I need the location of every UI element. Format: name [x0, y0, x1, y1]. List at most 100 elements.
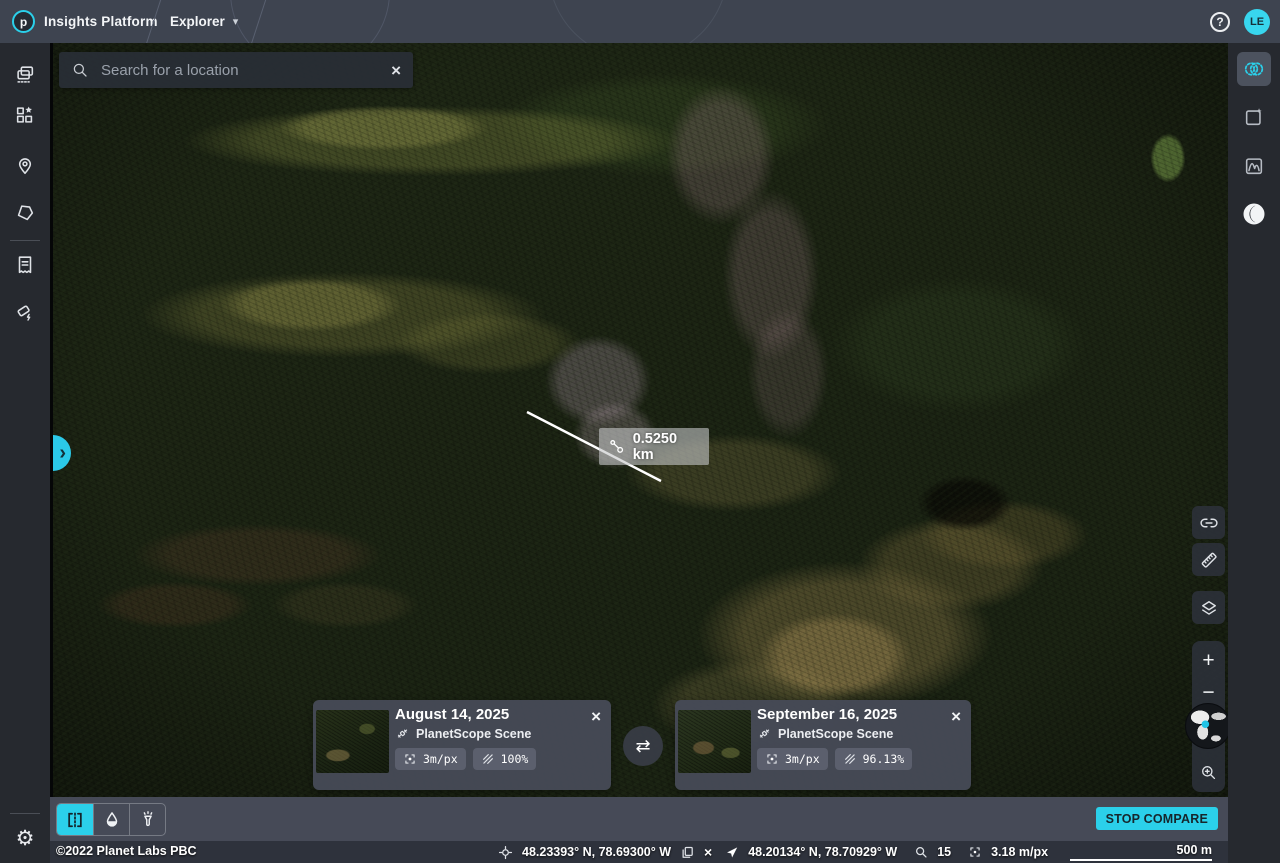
- sidebar-item-places[interactable]: [0, 145, 50, 185]
- navigation-arrow-icon: [725, 845, 739, 859]
- zoom-in-button[interactable]: +: [1192, 645, 1225, 675]
- histogram-button[interactable]: [1228, 146, 1280, 186]
- zoom-level-value: 15: [937, 845, 951, 859]
- flashlight-icon: [138, 810, 158, 830]
- share-link-button[interactable]: [1192, 506, 1225, 539]
- right-rail: [1228, 43, 1280, 863]
- brand-home-link[interactable]: p Insights Platform: [12, 0, 158, 43]
- scene-thumbnail[interactable]: [316, 710, 389, 773]
- app-switcher-dropdown[interactable]: Explorer ▾: [170, 0, 238, 43]
- pointer-coordinates: 48.23393° N, 78.69300° W: [522, 845, 671, 859]
- insights-platform-app: p Insights Platform Explorer ▾ ? LE: [0, 0, 1280, 863]
- measured-distance: 0.5250 km: [633, 431, 701, 463]
- zoom-to-area-button[interactable]: [1192, 757, 1225, 787]
- swap-scenes-button[interactable]: ⇄: [623, 726, 663, 766]
- zoom-level-magnifier-icon: [914, 845, 928, 859]
- moon-contrast-icon: [1242, 202, 1266, 226]
- measure-tool-button[interactable]: [1192, 543, 1225, 576]
- satellite-texture: [53, 43, 1228, 797]
- help-icon[interactable]: ?: [1210, 12, 1230, 32]
- resolution-value: 3m/px: [785, 752, 820, 766]
- globe-view-button[interactable]: [1185, 703, 1228, 749]
- compare-scene-card-right: September 16, 2025 PlanetScope Scene: [675, 700, 971, 790]
- hatch-fill-icon: [481, 752, 495, 766]
- top-bar: p Insights Platform Explorer ▾ ? LE: [0, 0, 1280, 43]
- map-pin-icon: [14, 154, 36, 176]
- planet-logo-icon: p: [12, 10, 35, 33]
- histogram-icon: [1243, 155, 1265, 177]
- rail-divider: [10, 240, 40, 241]
- copy-icon[interactable]: [680, 845, 695, 860]
- opacity-tool-button[interactable]: [93, 804, 129, 835]
- compare-mode-button-active[interactable]: [1237, 52, 1271, 86]
- clear-percent-chip: 96.13%: [835, 748, 913, 770]
- settings-button[interactable]: ⚙: [0, 818, 50, 858]
- contrast-button[interactable]: [1228, 194, 1280, 234]
- tag-lightning-icon: [14, 302, 36, 324]
- sidebar-item-basemaps[interactable]: [0, 95, 50, 135]
- clear-percent-value: 100%: [501, 752, 529, 766]
- sparkle-square-icon: [1243, 106, 1265, 128]
- brand-title: Insights Platform: [44, 14, 158, 29]
- resolution-chip: 3m/px: [757, 748, 828, 770]
- swipe-compare-icon: [65, 810, 85, 830]
- gear-icon: ⚙: [16, 828, 35, 849]
- map-attribution: ©2022 Planet Labs PBC: [56, 844, 197, 858]
- polygon-icon: [14, 202, 36, 224]
- resolution-value: 3m/px: [423, 752, 458, 766]
- satellite-icon: [395, 726, 410, 741]
- rail-divider: [10, 813, 40, 814]
- crosshair-icon: [498, 845, 513, 860]
- compare-circles-icon: [1242, 57, 1266, 81]
- left-rail: ⚙: [0, 43, 50, 863]
- scene-date: September 16, 2025: [757, 706, 961, 723]
- resolution-chip: 3m/px: [395, 748, 466, 770]
- magnifier-plus-icon: [1199, 763, 1218, 782]
- droplet-opacity-icon: [102, 810, 122, 830]
- sidebar-item-areas-of-interest[interactable]: [0, 193, 50, 233]
- bottom-toolbar: STOP COMPARE: [50, 797, 1228, 841]
- add-scene-button[interactable]: [1228, 97, 1280, 137]
- resolution-icon: [403, 752, 417, 766]
- clear-percent-chip: 100%: [473, 748, 537, 770]
- stop-compare-button[interactable]: STOP COMPARE: [1096, 807, 1218, 830]
- map-canvas[interactable]: Search for a location × › 0.5250 km: [50, 43, 1228, 797]
- close-icon[interactable]: ×: [951, 708, 961, 725]
- scene-type: PlanetScope Scene: [416, 727, 531, 741]
- topbar-arc-decoration: [548, 0, 728, 43]
- sidebar-item-tasking[interactable]: [0, 293, 50, 333]
- search-input[interactable]: Search for a location: [101, 62, 379, 79]
- browse-imagery-icon: [14, 64, 36, 86]
- ruler-icon: [1199, 550, 1219, 570]
- scale-bar: 500 m: [1070, 842, 1212, 861]
- layers-button[interactable]: [1192, 591, 1225, 624]
- location-search-bar[interactable]: Search for a location ×: [59, 52, 413, 88]
- zoom-control: + −: [1192, 641, 1225, 792]
- resolution-target-icon: [968, 845, 982, 859]
- measurement-label[interactable]: 0.5250 km: [599, 428, 709, 465]
- scene-date: August 14, 2025: [395, 706, 601, 723]
- receipt-icon: [14, 254, 36, 276]
- clear-search-icon[interactable]: ×: [391, 62, 401, 79]
- scene-type: PlanetScope Scene: [778, 727, 893, 741]
- sidebar-item-orders[interactable]: [0, 245, 50, 285]
- avatar[interactable]: LE: [1244, 9, 1270, 35]
- scene-thumbnail[interactable]: [678, 710, 751, 773]
- swipe-compare-button-active[interactable]: [57, 804, 93, 835]
- compare-scene-card-left: August 14, 2025 PlanetScope Scene: [313, 700, 611, 790]
- layers-icon: [1199, 598, 1219, 618]
- chevron-down-icon: ▾: [233, 15, 239, 28]
- hatch-fill-icon: [843, 752, 857, 766]
- sidebar-item-browse-imagery[interactable]: [0, 55, 50, 95]
- center-coordinates: 48.20134° N, 78.70929° W: [748, 845, 897, 859]
- close-icon[interactable]: ×: [591, 708, 601, 725]
- chevron-right-icon: ›: [59, 443, 66, 463]
- clear-coordinates-icon[interactable]: ×: [704, 844, 712, 860]
- app-switcher-label: Explorer: [170, 14, 225, 29]
- compare-tool-group: [56, 803, 166, 836]
- status-bar: ©2022 Planet Labs PBC 48.23393° N, 78.69…: [50, 841, 1228, 863]
- enhance-tool-button[interactable]: [129, 804, 165, 835]
- clear-percent-value: 96.13%: [863, 752, 905, 766]
- search-icon: [71, 61, 89, 79]
- basemaps-grid-icon: [14, 104, 36, 126]
